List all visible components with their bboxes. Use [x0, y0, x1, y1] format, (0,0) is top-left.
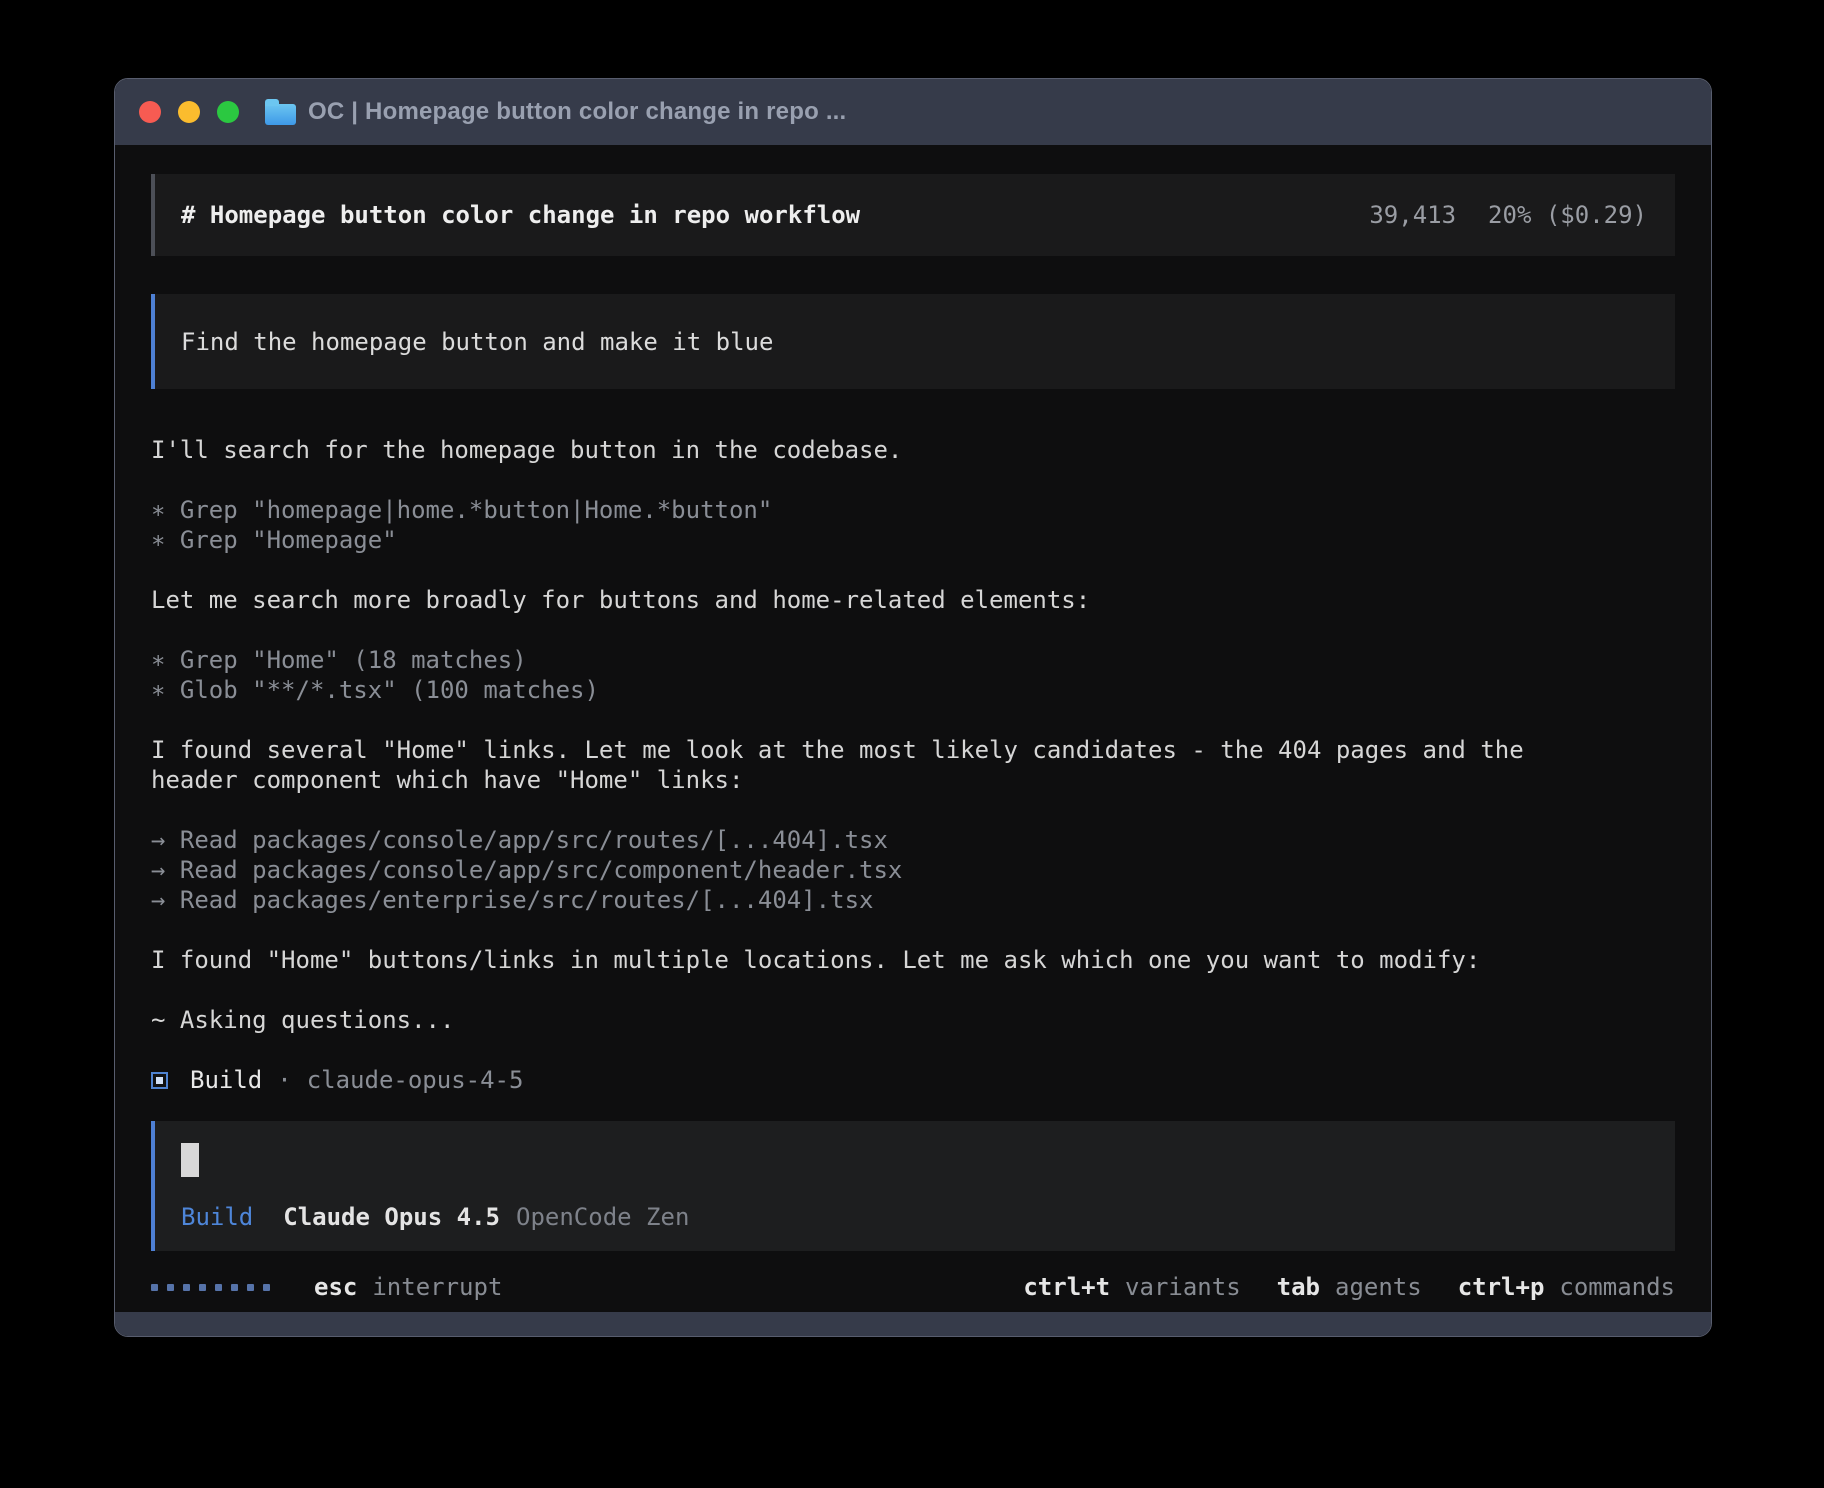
session-stats: 39,413 20% ($0.29): [1369, 201, 1647, 229]
traffic-lights: [139, 101, 239, 123]
blank-line: [151, 795, 1581, 825]
keybind-label: variants: [1125, 1273, 1241, 1301]
assistant-text-line: ~ Asking questions...: [151, 1005, 1581, 1035]
desktop: OC | Homepage button color change in rep…: [0, 0, 1824, 1488]
working-throbber: [151, 1284, 270, 1291]
status-separator: ·: [277, 1066, 291, 1094]
throbber-dot: [199, 1284, 206, 1291]
blank-line: [151, 975, 1581, 1005]
prompt-input[interactable]: Build Claude Opus 4.5 OpenCode Zen: [151, 1121, 1675, 1251]
esc-key-hint: esc: [314, 1273, 357, 1301]
keybind-label: commands: [1559, 1273, 1675, 1301]
throbber-dot: [231, 1284, 238, 1291]
keybind-hint: ctrl+p commands: [1458, 1273, 1675, 1301]
text-cursor: [181, 1143, 199, 1177]
throbber-dot: [247, 1284, 254, 1291]
assistant-text-line: I found "Home" buttons/links in multiple…: [151, 945, 1581, 975]
titlebar[interactable]: OC | Homepage button color change in rep…: [115, 79, 1711, 145]
keybind-key: ctrl+p: [1458, 1273, 1545, 1301]
zoom-button[interactable]: [217, 101, 239, 123]
context-usage: 20% ($0.29): [1488, 201, 1647, 229]
tool-call-line: → Read packages/console/app/src/componen…: [151, 855, 1581, 885]
blank-line: [151, 465, 1581, 495]
throbber-dot: [167, 1284, 174, 1291]
keybind-hint: ctrl+t variants: [1023, 1273, 1240, 1301]
tool-call-line: ∗ Grep "Home" (18 matches): [151, 645, 1581, 675]
input-meta: Build Claude Opus 4.5 OpenCode Zen: [181, 1203, 1649, 1231]
window-title: OC | Homepage button color change in rep…: [308, 98, 846, 126]
user-message: Find the homepage button and make it blu…: [151, 294, 1675, 389]
blank-line: [151, 615, 1581, 645]
blank-line: [151, 705, 1581, 735]
tool-call-line: → Read packages/console/app/src/routes/[…: [151, 825, 1581, 855]
keybind-hint: tab agents: [1277, 1273, 1422, 1301]
window-bottom-edge: [115, 1312, 1711, 1336]
esc-key-label: interrupt: [372, 1273, 502, 1301]
tool-call-line: ∗ Glob "**/*.tsx" (100 matches): [151, 675, 1581, 705]
throbber-dot: [183, 1284, 190, 1291]
keybind-key: tab: [1277, 1273, 1320, 1301]
tool-call-line: ∗ Grep "Homepage": [151, 525, 1581, 555]
keybind-label: agents: [1335, 1273, 1422, 1301]
user-message-text: Find the homepage button and make it blu…: [181, 328, 773, 356]
input-model-label[interactable]: Claude Opus 4.5: [283, 1203, 500, 1231]
status-agent-name: Build: [190, 1066, 262, 1094]
tool-call-line: → Read packages/enterprise/src/routes/[.…: [151, 885, 1581, 915]
folder-icon: [265, 104, 296, 125]
input-agent-label[interactable]: Build: [181, 1203, 253, 1231]
agent-status-row: Build · claude-opus-4-5: [151, 1065, 1675, 1095]
throbber-dot: [263, 1284, 270, 1291]
statusbar-left: esc interrupt: [151, 1273, 502, 1301]
session-title: # Homepage button color change in repo w…: [181, 201, 860, 229]
assistant-text-line: I found several "Home" links. Let me loo…: [151, 735, 1581, 795]
status-model-name: claude-opus-4-5: [307, 1066, 524, 1094]
terminal-content: # Homepage button color change in repo w…: [115, 145, 1711, 1312]
throbber-dot: [151, 1284, 158, 1291]
token-count: 39,413: [1369, 201, 1456, 229]
input-provider-label: OpenCode Zen: [516, 1203, 689, 1231]
throbber-dot: [215, 1284, 222, 1291]
statusbar-right: ctrl+t variants tab agents ctrl+p commands: [1023, 1273, 1675, 1301]
blank-line: [151, 555, 1581, 585]
statusbar: esc interrupt ctrl+tvariantstabagentsctr…: [151, 1269, 1675, 1305]
minimize-button[interactable]: [178, 101, 200, 123]
conversation: I'll search for the homepage button in t…: [151, 435, 1581, 1035]
keybind-key: ctrl+t: [1023, 1273, 1110, 1301]
session-header: # Homepage button color change in repo w…: [151, 174, 1675, 256]
agent-icon: [151, 1072, 168, 1089]
blank-line: [151, 915, 1581, 945]
tool-call-line: ∗ Grep "homepage|home.*button|Home.*butt…: [151, 495, 1581, 525]
assistant-text-line: I'll search for the homepage button in t…: [151, 435, 1581, 465]
terminal-window: OC | Homepage button color change in rep…: [114, 78, 1712, 1337]
assistant-text-line: Let me search more broadly for buttons a…: [151, 585, 1581, 615]
agent-icon-inner: [156, 1077, 163, 1084]
close-button[interactable]: [139, 101, 161, 123]
